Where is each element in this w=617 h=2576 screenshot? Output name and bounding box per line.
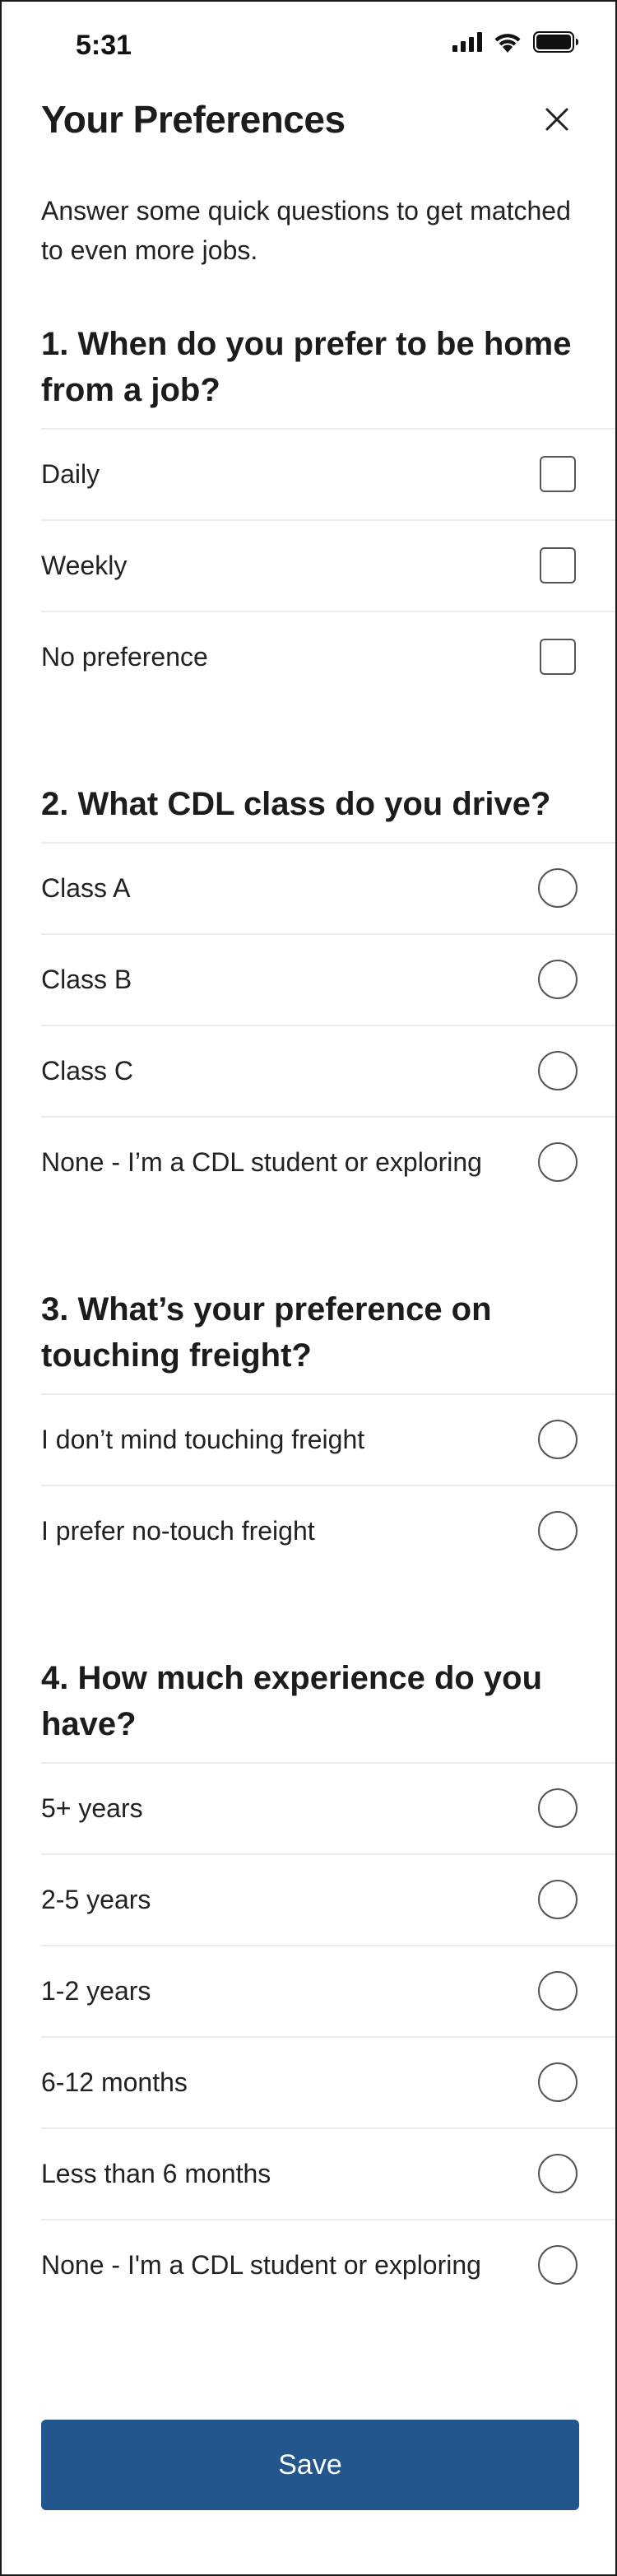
- checkbox[interactable]: [540, 639, 576, 675]
- option-label: 2-5 years: [41, 1885, 151, 1914]
- question-experience: 4. How much experience do you have? 5+ y…: [2, 1655, 615, 2310]
- question-home-time: 1. When do you prefer to be home from a …: [2, 321, 615, 702]
- option-label: Class A: [41, 873, 131, 903]
- option-cdl-none[interactable]: None - I’m a CDL student or exploring: [41, 1116, 615, 1207]
- option-less-than-6-months[interactable]: Less than 6 months: [41, 2127, 615, 2219]
- radio-button[interactable]: [538, 2245, 578, 2285]
- radio-button[interactable]: [538, 960, 578, 999]
- option-label: No preference: [41, 642, 208, 672]
- wifi-icon: [494, 31, 522, 53]
- option-label: I don’t mind touching freight: [41, 1425, 365, 1454]
- question-cdl-class: 2. What CDL class do you drive? Class A …: [2, 781, 615, 1207]
- checkbox[interactable]: [540, 547, 576, 584]
- option-daily[interactable]: Daily: [41, 428, 615, 519]
- question-title: 1. When do you prefer to be home from a …: [41, 326, 572, 408]
- question-title: 2. What CDL class do you drive?: [41, 786, 551, 822]
- radio-button[interactable]: [538, 1511, 578, 1551]
- radio-button[interactable]: [538, 2154, 578, 2193]
- radio-button[interactable]: [538, 1788, 578, 1828]
- radio-button[interactable]: [538, 868, 578, 908]
- option-label: Class B: [41, 965, 132, 994]
- status-bar: 5:31: [2, 2, 615, 84]
- option-class-b[interactable]: Class B: [41, 933, 615, 1025]
- option-weekly[interactable]: Weekly: [41, 519, 615, 611]
- subtitle: Answer some quick questions to get match…: [41, 196, 571, 265]
- status-icons: [452, 31, 579, 53]
- option-5-plus-years[interactable]: 5+ years: [41, 1762, 615, 1853]
- questions-list: 1. When do you prefer to be home from a …: [2, 321, 615, 2310]
- option-2-5-years[interactable]: 2-5 years: [41, 1853, 615, 1945]
- close-button[interactable]: [538, 102, 576, 140]
- option-label: Daily: [41, 459, 100, 489]
- radio-button[interactable]: [538, 1971, 578, 2011]
- option-label: None - I’m a CDL student or exploring: [41, 1147, 482, 1177]
- radio-button[interactable]: [538, 1880, 578, 1919]
- question-touch-freight: 3. What’s your preference on touching fr…: [2, 1286, 615, 1576]
- radio-button[interactable]: [538, 1420, 578, 1459]
- save-button[interactable]: Save: [41, 2420, 579, 2510]
- option-label: 6-12 months: [41, 2067, 188, 2097]
- option-label: 1-2 years: [41, 1976, 151, 2006]
- checkbox[interactable]: [540, 456, 576, 492]
- radio-button[interactable]: [538, 2062, 578, 2102]
- option-label: Class C: [41, 1056, 134, 1086]
- status-time: 5:31: [76, 30, 132, 61]
- option-1-2-years[interactable]: 1-2 years: [41, 1945, 615, 2036]
- option-label: Weekly: [41, 551, 128, 580]
- cellular-signal-icon: [452, 32, 482, 52]
- option-no-touch-freight[interactable]: I prefer no-touch freight: [41, 1485, 615, 1576]
- option-class-c[interactable]: Class C: [41, 1025, 615, 1116]
- close-icon: [545, 107, 569, 136]
- header: Your Preferences: [41, 97, 576, 150]
- option-class-a[interactable]: Class A: [41, 842, 615, 933]
- battery-icon: [533, 31, 579, 53]
- preferences-screen: 5:31 Your Preferences Answer some quick …: [0, 0, 617, 2576]
- question-title: 3. What’s your preference on touching fr…: [41, 1291, 492, 1374]
- option-label: None - I'm a CDL student or exploring: [41, 2250, 481, 2280]
- option-label: 5+ years: [41, 1793, 143, 1823]
- radio-button[interactable]: [538, 1142, 578, 1182]
- option-experience-none[interactable]: None - I'm a CDL student or exploring: [41, 2219, 615, 2310]
- option-label: Less than 6 months: [41, 2159, 271, 2188]
- page-title: Your Preferences: [41, 98, 346, 141]
- option-6-12-months[interactable]: 6-12 months: [41, 2036, 615, 2127]
- option-label: I prefer no-touch freight: [41, 1516, 315, 1546]
- question-title: 4. How much experience do you have?: [41, 1660, 543, 1742]
- option-no-preference[interactable]: No preference: [41, 611, 615, 702]
- radio-button[interactable]: [538, 1051, 578, 1090]
- option-touch-freight[interactable]: I don’t mind touching freight: [41, 1393, 615, 1485]
